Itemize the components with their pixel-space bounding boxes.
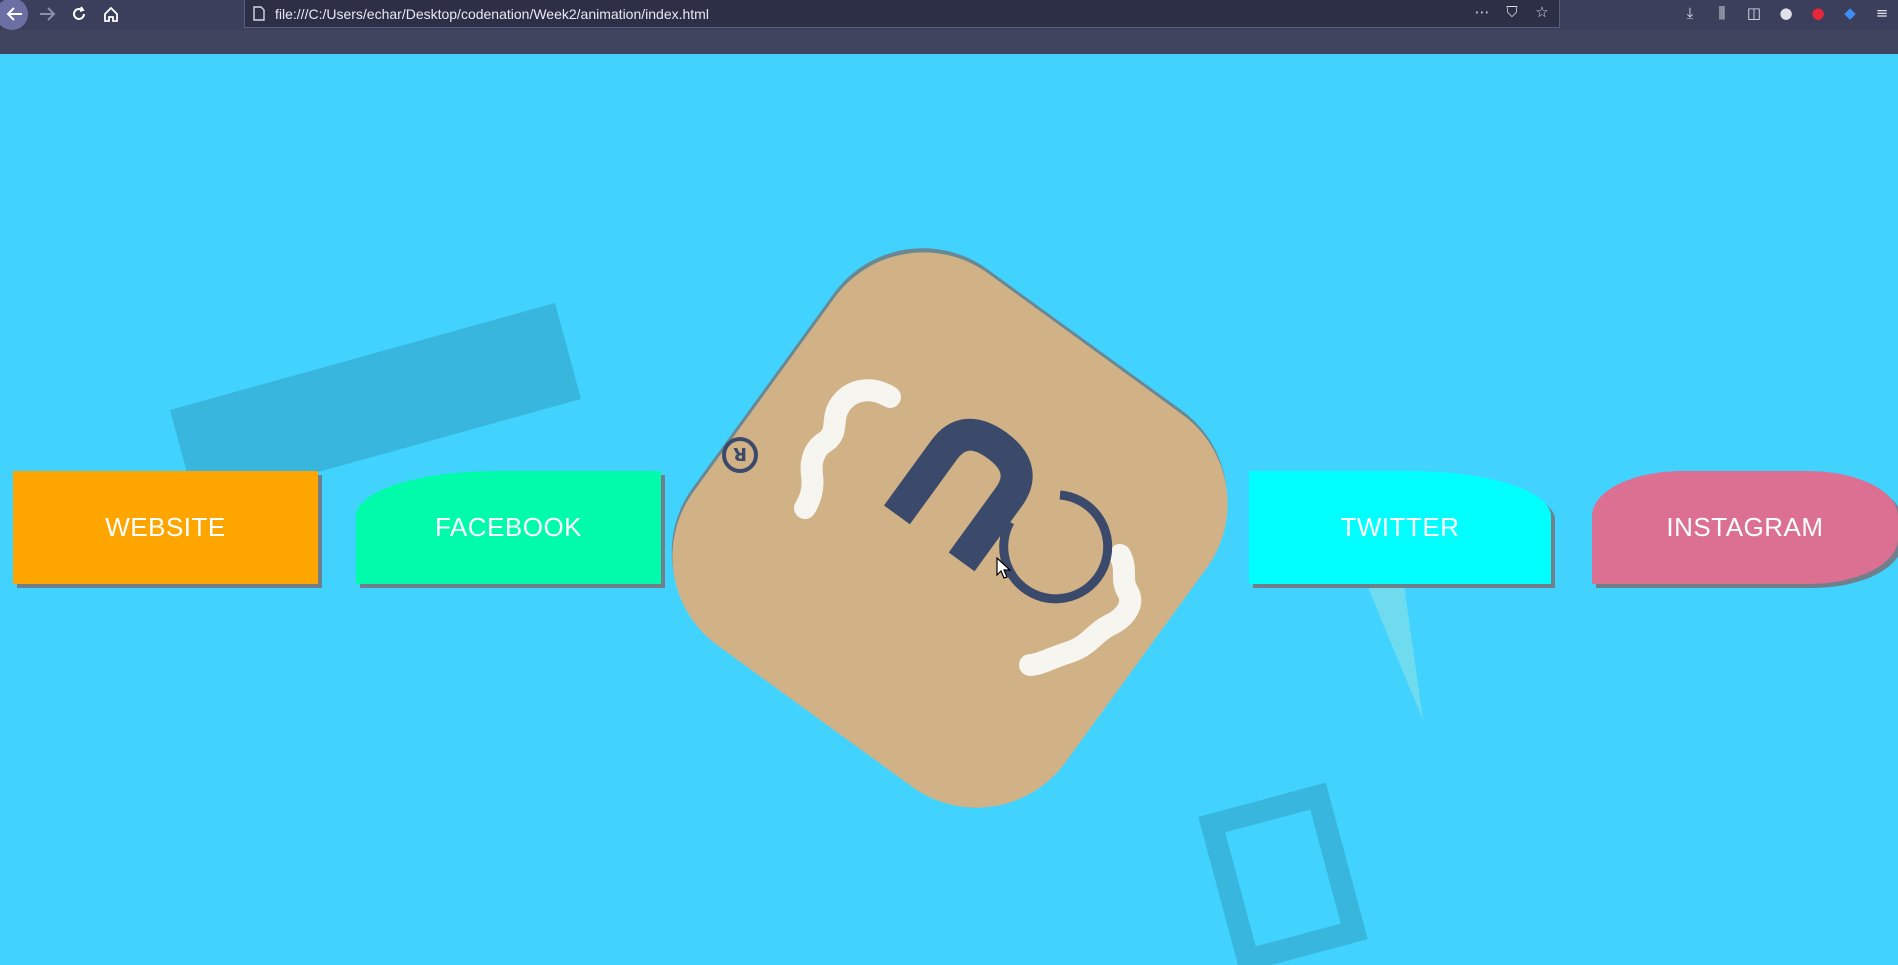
svg-text:R: R	[733, 443, 747, 464]
letter-n-icon	[883, 418, 1033, 572]
deco-light-shard	[1367, 585, 1423, 720]
instagram-button[interactable]: INSTAGRAM	[1592, 471, 1898, 584]
facebook-button[interactable]: FACEBOOK	[356, 471, 661, 584]
left-brace-icon	[794, 379, 901, 519]
right-brace-icon	[1019, 544, 1142, 676]
codenation-logo-icon: R	[722, 379, 1142, 676]
letter-c-icon	[999, 490, 1113, 604]
website-button[interactable]: WEBSITE	[13, 471, 318, 584]
twitter-button[interactable]: TWITTER	[1249, 471, 1551, 584]
logo[interactable]: R	[628, 208, 1272, 852]
mouse-cursor-icon	[996, 557, 1012, 579]
